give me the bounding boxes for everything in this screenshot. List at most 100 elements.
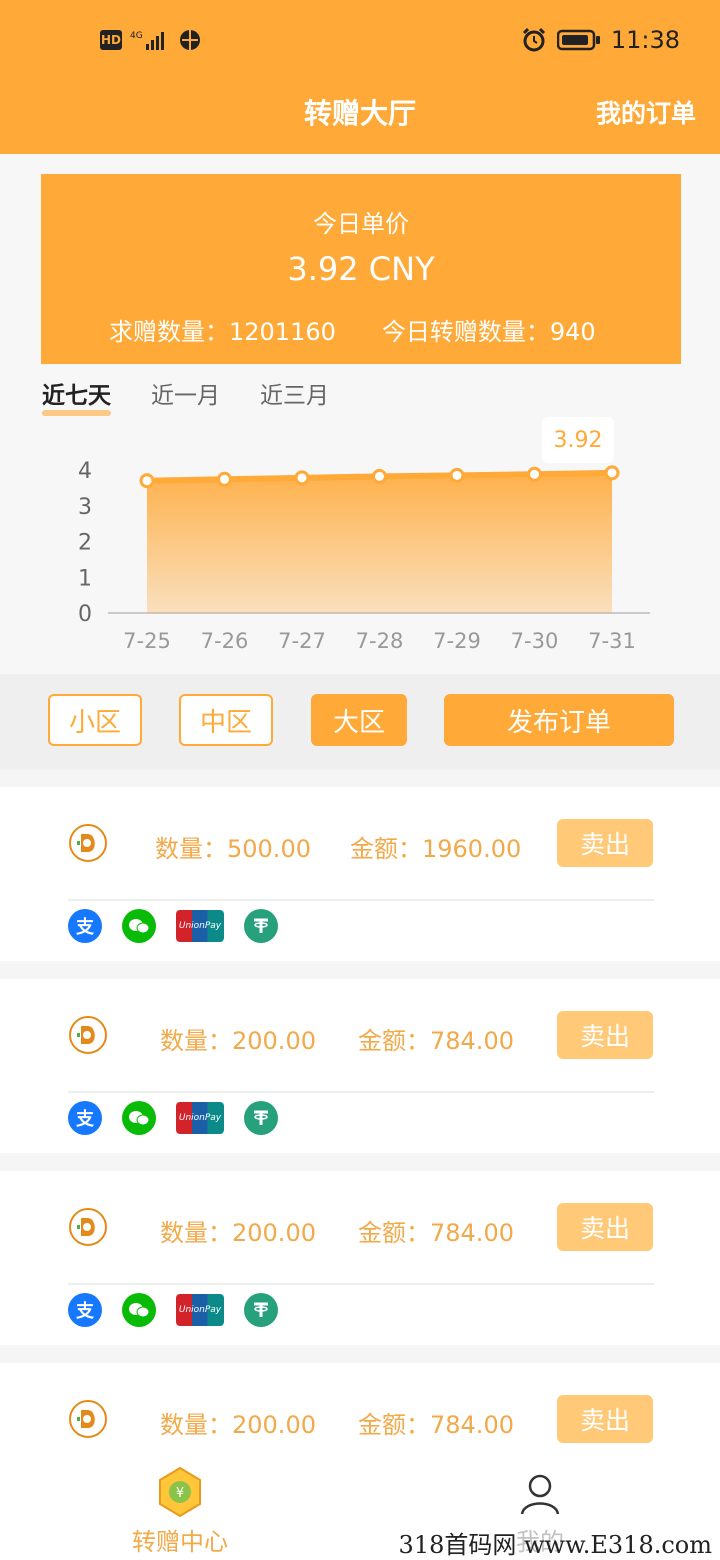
unionpay-icon: UnionPay bbox=[176, 1294, 224, 1326]
demand-stat: 求赠数量：1201160 bbox=[109, 312, 336, 347]
divider bbox=[68, 1283, 654, 1285]
today-value: 940 bbox=[549, 318, 596, 346]
transfer-center-icon: ¥ bbox=[159, 1466, 201, 1518]
alipay-icon: 支 bbox=[68, 909, 102, 943]
quantity-label: 数量： bbox=[160, 1027, 232, 1055]
quantity-label: 数量： bbox=[160, 1219, 232, 1247]
status-right: 11:38 bbox=[521, 26, 680, 54]
sell-button[interactable]: 卖出 bbox=[557, 1395, 653, 1443]
filter-bar: 小区 中区 大区 发布订单 bbox=[0, 674, 720, 770]
quantity-value: 500.00 bbox=[227, 835, 311, 863]
data-point bbox=[372, 468, 387, 484]
order-summary: 数量：200.00 金额：784.00 卖出 bbox=[0, 1171, 720, 1283]
publish-order-button[interactable]: 发布订单 bbox=[444, 694, 674, 746]
filter-small-button[interactable]: 小区 bbox=[48, 694, 142, 746]
app-header: HD 4G 11:38 转赠大厅 我的订单 bbox=[0, 0, 720, 154]
filter-medium-button[interactable]: 中区 bbox=[179, 694, 273, 746]
sell-button[interactable]: 卖出 bbox=[557, 819, 653, 867]
coin-icon bbox=[69, 1016, 107, 1054]
demand-value: 1201160 bbox=[229, 318, 336, 346]
order-summary: 数量：200.00 金额：784.00 卖出 bbox=[0, 1363, 720, 1475]
quantity-label: 数量： bbox=[155, 835, 227, 863]
tab-transfer-center[interactable]: ¥ 转赠中心 bbox=[80, 1460, 280, 1560]
order-amount: 金额：1960.00 bbox=[350, 829, 521, 864]
tab-3-months[interactable]: 近三月 bbox=[260, 376, 329, 410]
alipay-icon: 支 bbox=[68, 1293, 102, 1327]
signal-icon: 4G bbox=[130, 31, 164, 50]
amount-label: 金额： bbox=[358, 1027, 430, 1055]
network-icon bbox=[180, 30, 200, 50]
data-point bbox=[294, 470, 310, 486]
quantity-value: 200.00 bbox=[232, 1219, 316, 1247]
payment-methods: 支 UnionPay bbox=[68, 909, 278, 943]
order-amount: 金额：784.00 bbox=[358, 1213, 514, 1248]
amount-value: 784.00 bbox=[430, 1027, 514, 1055]
status-bar: HD 4G 11:38 bbox=[0, 0, 720, 84]
y-tick-label: 1 bbox=[78, 566, 92, 591]
wechat-pay-icon bbox=[122, 1293, 156, 1327]
order-card: 数量：200.00 金额：784.00 卖出 支 UnionPay bbox=[0, 979, 720, 1153]
x-tick-label: 7-29 bbox=[433, 629, 481, 653]
y-tick-label: 3 bbox=[78, 495, 92, 520]
payment-methods: 支 UnionPay bbox=[68, 1293, 278, 1327]
wechat-pay-icon bbox=[122, 1101, 156, 1135]
order-quantity: 数量：200.00 bbox=[160, 1213, 316, 1248]
y-tick-label: 4 bbox=[78, 459, 92, 484]
svg-text:4G: 4G bbox=[130, 31, 143, 41]
order-card: 数量：200.00 金额：784.00 卖出 支 UnionPay bbox=[0, 1171, 720, 1345]
demand-label: 求赠数量： bbox=[109, 318, 229, 346]
data-point bbox=[527, 466, 542, 482]
wechat-pay-icon bbox=[122, 909, 156, 943]
today-stat: 今日转赠数量：940 bbox=[382, 312, 596, 347]
price-label: 今日单价 bbox=[313, 210, 409, 238]
filter-large-button[interactable]: 大区 bbox=[311, 694, 407, 746]
x-tick-label: 7-30 bbox=[511, 629, 559, 653]
svg-text:¥: ¥ bbox=[176, 1486, 184, 1501]
alarm-icon bbox=[522, 27, 545, 52]
amount-label: 金额： bbox=[358, 1411, 430, 1439]
sell-button[interactable]: 卖出 bbox=[557, 1011, 653, 1059]
divider bbox=[68, 1091, 654, 1093]
status-left: HD 4G bbox=[100, 28, 202, 52]
coin-icon bbox=[69, 824, 107, 862]
my-orders-link[interactable]: 我的订单 bbox=[596, 94, 696, 130]
price-stats: 求赠数量：1201160 今日转赠数量：940 bbox=[109, 312, 641, 347]
unionpay-icon: UnionPay bbox=[176, 1102, 224, 1134]
x-tick-label: 7-26 bbox=[201, 629, 249, 653]
tab-1-month[interactable]: 近一月 bbox=[151, 376, 220, 410]
data-point bbox=[604, 465, 620, 481]
range-tabs: 近七天 近一月 近三月 bbox=[42, 376, 329, 416]
alipay-icon: 支 bbox=[68, 1101, 102, 1135]
battery-icon bbox=[556, 29, 600, 51]
order-quantity: 数量：500.00 bbox=[155, 829, 311, 864]
user-icon bbox=[520, 1474, 560, 1515]
quantity-value: 200.00 bbox=[232, 1411, 316, 1439]
price-value: 3.92 CNY bbox=[287, 250, 435, 288]
amount-label: 金额： bbox=[350, 835, 422, 863]
data-point bbox=[449, 467, 465, 483]
sell-button[interactable]: 卖出 bbox=[557, 1203, 653, 1251]
today-label: 今日转赠数量： bbox=[381, 318, 550, 346]
price-area bbox=[147, 472, 612, 613]
order-amount: 金额：784.00 bbox=[358, 1021, 514, 1056]
order-quantity: 数量：200.00 bbox=[160, 1405, 316, 1440]
tab-transfer-center-label: 转赠中心 bbox=[132, 1528, 228, 1556]
coin-icon bbox=[69, 1400, 107, 1438]
order-quantity: 数量：200.00 bbox=[160, 1021, 316, 1056]
price-chart: 0 1 2 3 4 7-25 7-26 7-27 7-28 7-29 7-30 7-31 3.92 bbox=[78, 416, 650, 653]
coin-icon bbox=[69, 1208, 107, 1246]
y-tick-label: 0 bbox=[78, 602, 92, 627]
price-card: 今日单价 3.92 CNY 求赠数量：1201160 今日转赠数量：940 bbox=[41, 174, 681, 364]
quantity-label: 数量： bbox=[160, 1411, 232, 1439]
x-tick-label: 7-31 bbox=[588, 629, 636, 653]
tab-7-days[interactable]: 近七天 bbox=[42, 376, 111, 416]
quantity-value: 200.00 bbox=[232, 1027, 316, 1055]
tooltip-value: 3.92 bbox=[554, 428, 603, 453]
tether-icon bbox=[244, 909, 278, 943]
order-card: 数量：500.00 金额：1960.00 卖出 支 UnionPay bbox=[0, 787, 720, 961]
amount-label: 金额： bbox=[358, 1219, 430, 1247]
order-summary: 数量：500.00 金额：1960.00 卖出 bbox=[0, 787, 720, 899]
y-tick-label: 2 bbox=[78, 531, 92, 556]
x-tick-label: 7-27 bbox=[278, 629, 326, 653]
tether-icon bbox=[244, 1293, 278, 1327]
